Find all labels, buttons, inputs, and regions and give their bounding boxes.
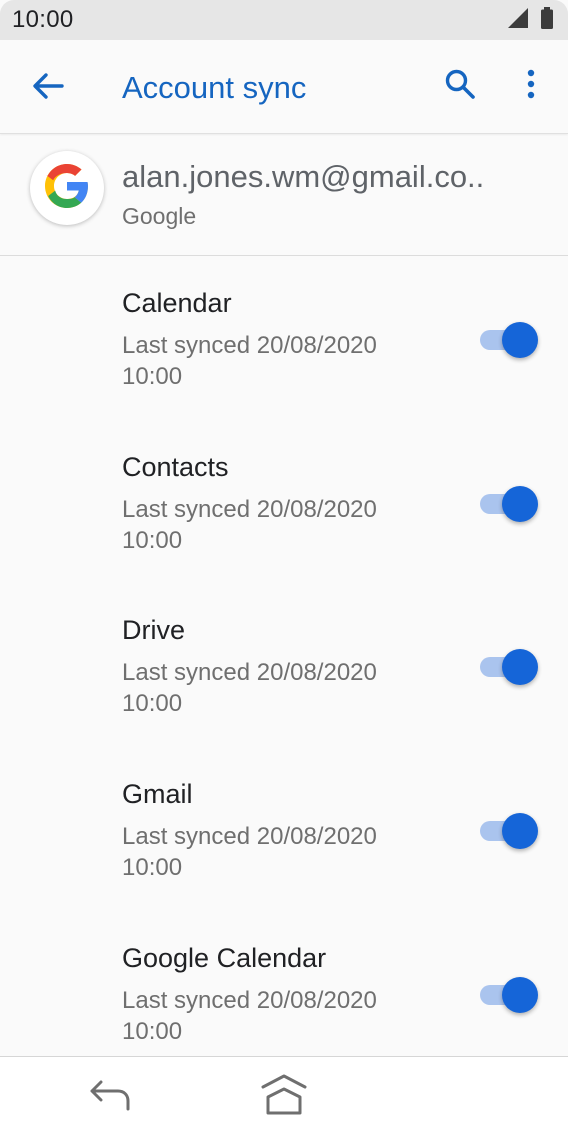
search-icon <box>444 68 476 105</box>
more-vert-icon <box>526 69 536 104</box>
nav-back-button[interactable] <box>86 1077 134 1117</box>
page-title: Account sync <box>122 70 307 105</box>
sync-item-status: Last synced 20/08/2020 10:00 <box>122 823 377 881</box>
sync-item-status: Last synced 20/08/2020 10:00 <box>122 987 377 1045</box>
search-button[interactable] <box>440 66 480 106</box>
sync-item-status: Last synced 20/08/2020 10:00 <box>122 659 377 717</box>
back-arrow-icon <box>32 72 64 105</box>
sync-item-title: Contacts <box>122 452 229 482</box>
google-logo-icon <box>43 162 91 215</box>
account-provider: Google <box>122 203 197 229</box>
sync-toggle-drive[interactable] <box>478 649 540 685</box>
sync-list: Calendar Last synced 20/08/2020 10:00 Co… <box>0 256 568 1056</box>
screen: 10:00 Account sync alan.jones.wm@gmail.c… <box>0 0 568 1136</box>
sync-item-title: Google Calendar <box>122 943 327 973</box>
sync-item-status: Last synced 20/08/2020 10:00 <box>122 332 377 390</box>
toggle-thumb <box>502 977 538 1013</box>
sync-toggle-google-calendar[interactable] <box>478 977 540 1013</box>
nav-home-icon <box>260 1073 308 1122</box>
sync-item-title: Gmail <box>122 779 193 809</box>
sync-toggle-gmail[interactable] <box>478 813 540 849</box>
sync-item-contacts[interactable]: Contacts Last synced 20/08/2020 10:00 <box>0 420 568 584</box>
sync-item-google-calendar[interactable]: Google Calendar Last synced 20/08/2020 1… <box>0 911 568 1056</box>
battery-icon <box>540 6 554 34</box>
more-options-button[interactable] <box>514 66 548 106</box>
toggle-thumb <box>502 813 538 849</box>
sync-toggle-calendar[interactable] <box>478 322 540 358</box>
status-bar: 10:00 <box>0 0 568 40</box>
signal-icon <box>508 7 528 33</box>
sync-toggle-contacts[interactable] <box>478 486 540 522</box>
toggle-thumb <box>502 649 538 685</box>
back-button[interactable] <box>26 68 70 108</box>
status-time: 10:00 <box>12 6 74 33</box>
sync-item-status: Last synced 20/08/2020 10:00 <box>122 496 377 554</box>
app-bar: Account sync <box>0 40 568 134</box>
navigation-bar <box>0 1056 568 1136</box>
nav-home-button[interactable] <box>258 1073 310 1121</box>
sync-item-title: Calendar <box>122 288 232 318</box>
avatar <box>30 151 104 225</box>
toggle-thumb <box>502 322 538 358</box>
nav-back-icon <box>88 1078 132 1117</box>
toggle-thumb <box>502 486 538 522</box>
status-icons <box>508 6 554 34</box>
sync-item-gmail[interactable]: Gmail Last synced 20/08/2020 10:00 <box>0 747 568 911</box>
account-email: alan.jones.wm@gmail.co.. <box>122 159 485 194</box>
sync-item-drive[interactable]: Drive Last synced 20/08/2020 10:00 <box>0 583 568 747</box>
sync-item-calendar[interactable]: Calendar Last synced 20/08/2020 10:00 <box>0 256 568 420</box>
account-header: alan.jones.wm@gmail.co.. Google <box>0 135 568 256</box>
sync-item-title: Drive <box>122 615 186 645</box>
